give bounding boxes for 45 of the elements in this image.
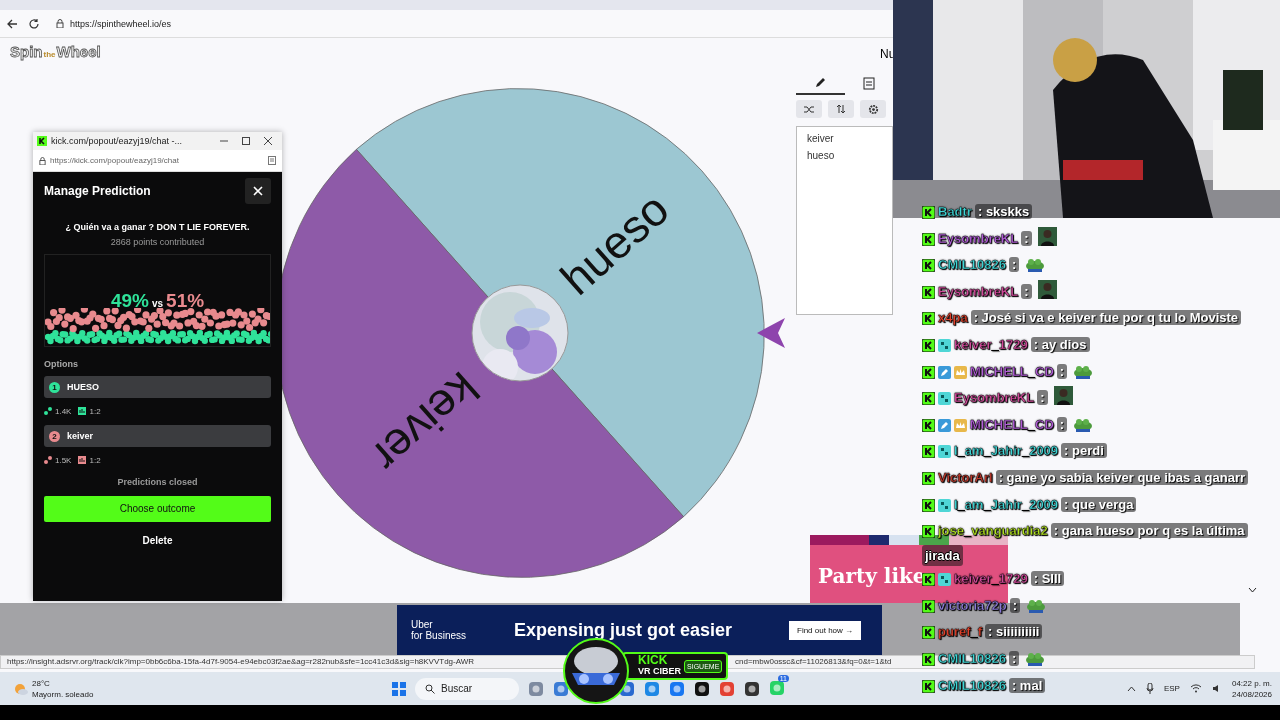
option-number: 2 [49, 430, 60, 442]
chat-message: : que verga [1061, 496, 1137, 512]
chat-message: : [1008, 257, 1020, 273]
chat-message: : [1056, 416, 1068, 432]
section-label: Options [44, 359, 79, 369]
chat-message: : José si va e keiver fue por q tu lo Moviste [970, 310, 1242, 326]
ad-headline: Expensing just got easier [514, 619, 734, 641]
chat-message: : perdi [1061, 443, 1107, 459]
status-url: https://insight.adsrvr.org/track/clk?imp=0bb6c6ba-15fa-4d7f-9054-e94ebc03f2ae&ag=r282nub&sfe=1cc41c3d&sig=h8KVVTdg-AWR [7, 656, 475, 668]
chat-message: : gana hueso por q es la última [1050, 523, 1248, 539]
option-ratio: 1:2 [89, 455, 101, 465]
option-points: 1.5K [55, 455, 72, 465]
chat-message: : [1021, 283, 1032, 299]
chat-message: : ay dios [1030, 336, 1090, 352]
chat-message: : [1056, 363, 1068, 379]
channel-title: KICK [638, 655, 669, 666]
chat-message: : SIII [1030, 571, 1065, 587]
chat-message: : gane yo sabia keiver que ibas a ganarr [995, 469, 1249, 485]
chat-message: : [1037, 390, 1048, 406]
option-number: 1 [49, 381, 60, 393]
channel-name: VR CIBER [638, 666, 681, 677]
option-percent: 51% [166, 290, 205, 311]
status-url: cnd=mbw0ossc&cf=11026813&fq=0&t=1&td [735, 656, 892, 668]
option-name: HUESO [67, 382, 99, 392]
chat-message: : [1009, 597, 1020, 613]
chat-message: : siiiiiiiiii [985, 624, 1043, 640]
option-name: keiver [67, 431, 94, 441]
chat-message: jirada [922, 544, 963, 566]
vs-label: vs [151, 298, 164, 309]
weather-label: Mayorm. soleado [32, 688, 94, 700]
window-title: kick.com/popout/eazyj19/chat -... [51, 136, 184, 146]
ad-brand: Uber [411, 619, 434, 630]
option-percent: 49% [110, 290, 149, 311]
option-ratio: 1:2 [89, 406, 101, 416]
ad-brand-subtitle: for Business [411, 630, 468, 641]
prediction-question: ¿ Quién va a ganar ? DON T LIE FOREVER. [64, 222, 251, 232]
chat-message: : [1008, 650, 1020, 666]
temperature-label: 28°C [32, 677, 51, 689]
status-label: Predictions closed [116, 477, 199, 487]
chat-message: : [1021, 230, 1032, 246]
dialog-title: Manage Prediction [44, 184, 151, 198]
option-points: 1.4K [55, 406, 72, 416]
chat-message: : skskks [974, 204, 1033, 219]
chat-message: : mal [1008, 677, 1046, 693]
points-label: 2868 points contributed [109, 237, 206, 247]
